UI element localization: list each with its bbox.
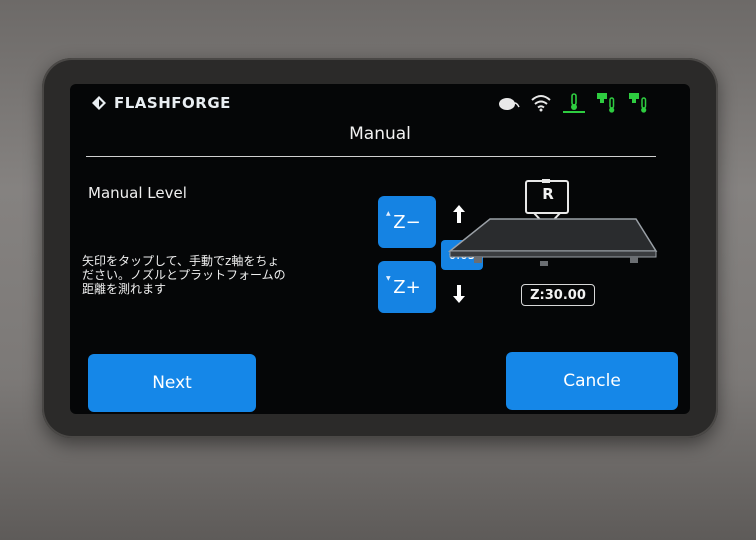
z-minus-label: Z−	[393, 211, 421, 233]
nozzle-platform-illustration: R	[430, 179, 670, 299]
instruction-line: ださい。ノズルとプラットフォームの	[82, 268, 286, 282]
wifi-icon	[530, 94, 552, 116]
cancel-button[interactable]: Cancle	[506, 352, 678, 410]
next-button-label: Next	[152, 373, 192, 393]
instruction-line: 距離を測れます	[82, 282, 167, 296]
brand-logo: FLASHFORGE	[92, 94, 231, 112]
z-plus-label: Z+	[393, 276, 421, 298]
flashforge-logo-icon	[92, 96, 106, 110]
z-minus-button[interactable]: ▲ Z−	[378, 196, 436, 248]
page-title: Manual	[349, 124, 411, 144]
status-icons	[498, 92, 650, 118]
right-extruder-temperature-icon	[628, 92, 650, 118]
nozzle-label: R	[542, 185, 554, 203]
touch-screen: FLASHFORGE Manual Manual Level 矢印をタップして、…	[70, 84, 690, 414]
next-button[interactable]: Next	[88, 354, 256, 412]
brand-name: FLASHFORGE	[114, 94, 231, 112]
instruction-text: 矢印をタップして、手動でz軸をちょ ださい。ノズルとプラットフォームの 距離を測…	[82, 254, 364, 296]
down-triangle-icon: ▼	[386, 275, 391, 282]
cloud-icon	[498, 95, 520, 115]
cancel-button-label: Cancle	[563, 371, 621, 391]
manual-level-label: Manual Level	[88, 184, 187, 202]
up-triangle-icon: ▲	[386, 210, 391, 217]
status-bar: FLASHFORGE	[70, 84, 690, 122]
z-plus-button[interactable]: ▼ Z+	[378, 261, 436, 313]
z-position-readout: Z:30.00	[521, 284, 595, 306]
title-divider	[86, 156, 656, 157]
instruction-line: 矢印をタップして、手動でz軸をちょ	[82, 254, 280, 268]
left-extruder-temperature-icon	[596, 92, 618, 118]
bed-temperature-icon	[562, 93, 586, 117]
